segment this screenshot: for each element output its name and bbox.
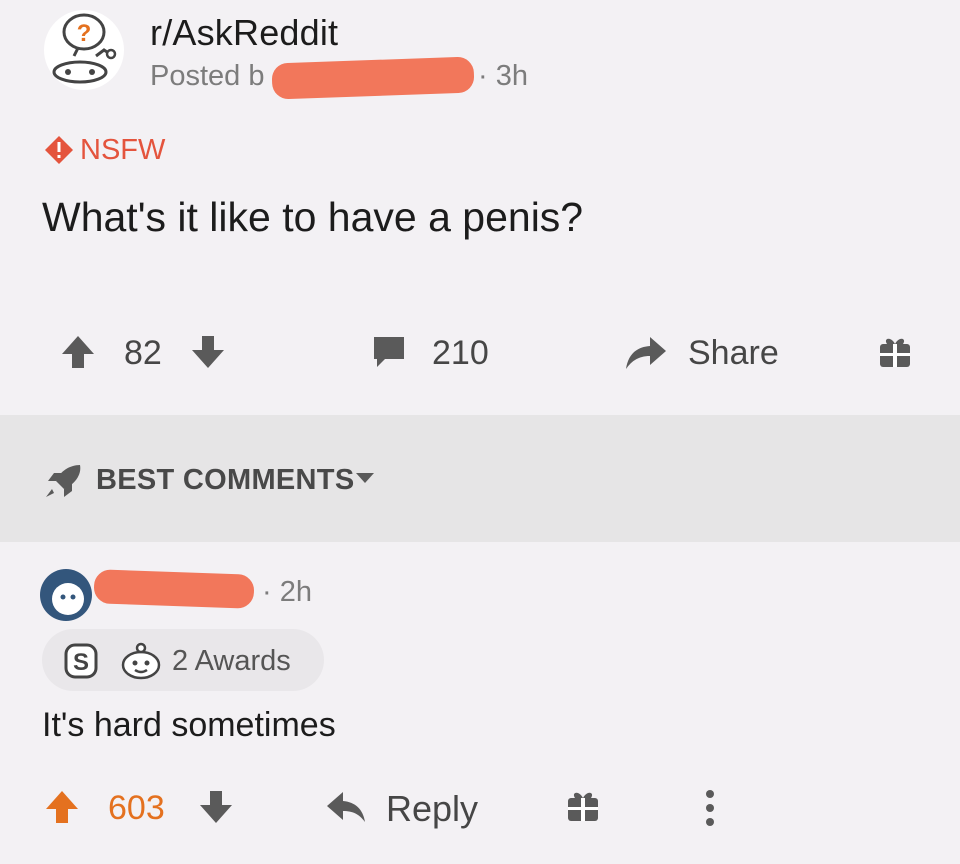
svg-text:?: ? [77, 20, 92, 47]
subreddit-avatar[interactable]: ? [44, 10, 124, 90]
sort-dropdown[interactable]: BEST COMMENTS [96, 464, 354, 497]
comment-time: · 2h [262, 576, 312, 608]
askreddit-snoo-icon: ? [52, 13, 117, 84]
upvote-arrow-icon[interactable] [60, 334, 96, 375]
reply-button[interactable]: Reply [386, 788, 478, 830]
downvote-arrow-icon[interactable] [198, 789, 234, 830]
rocket-icon [44, 463, 84, 504]
posted-by: Posted b [150, 60, 265, 92]
username-redaction [271, 56, 475, 100]
post-score: 82 [124, 334, 162, 372]
post-title: What's it like to have a penis? [42, 194, 584, 240]
more-vertical-icon[interactable] [703, 788, 717, 833]
awards-count: 2 Awards [172, 645, 291, 677]
avatar[interactable] [40, 569, 92, 621]
downvote-arrow-icon[interactable] [190, 334, 226, 375]
comment-count[interactable]: 210 [432, 334, 489, 373]
share-arrow-icon[interactable] [624, 335, 668, 376]
silver-award-icon: S [62, 643, 102, 684]
wholesome-award-icon [118, 641, 164, 686]
nsfw-diamond-icon [44, 135, 74, 170]
svg-text:S: S [73, 649, 89, 676]
chevron-down-icon[interactable] [354, 471, 376, 490]
comment-body: It's hard sometimes [42, 706, 336, 744]
subreddit-name[interactable]: r/AskReddit [150, 12, 338, 54]
nsfw-tag: NSFW [80, 134, 166, 166]
gift-icon[interactable] [565, 788, 601, 829]
reply-arrow-icon[interactable] [325, 790, 367, 829]
comment-bubble-icon[interactable] [371, 335, 407, 374]
username-redaction [93, 569, 255, 609]
comment-score: 603 [108, 789, 165, 827]
share-button[interactable]: Share [688, 334, 779, 373]
post-time: · 3h [478, 60, 528, 92]
gift-icon[interactable] [877, 334, 913, 375]
upvote-arrow-icon[interactable] [44, 789, 80, 830]
